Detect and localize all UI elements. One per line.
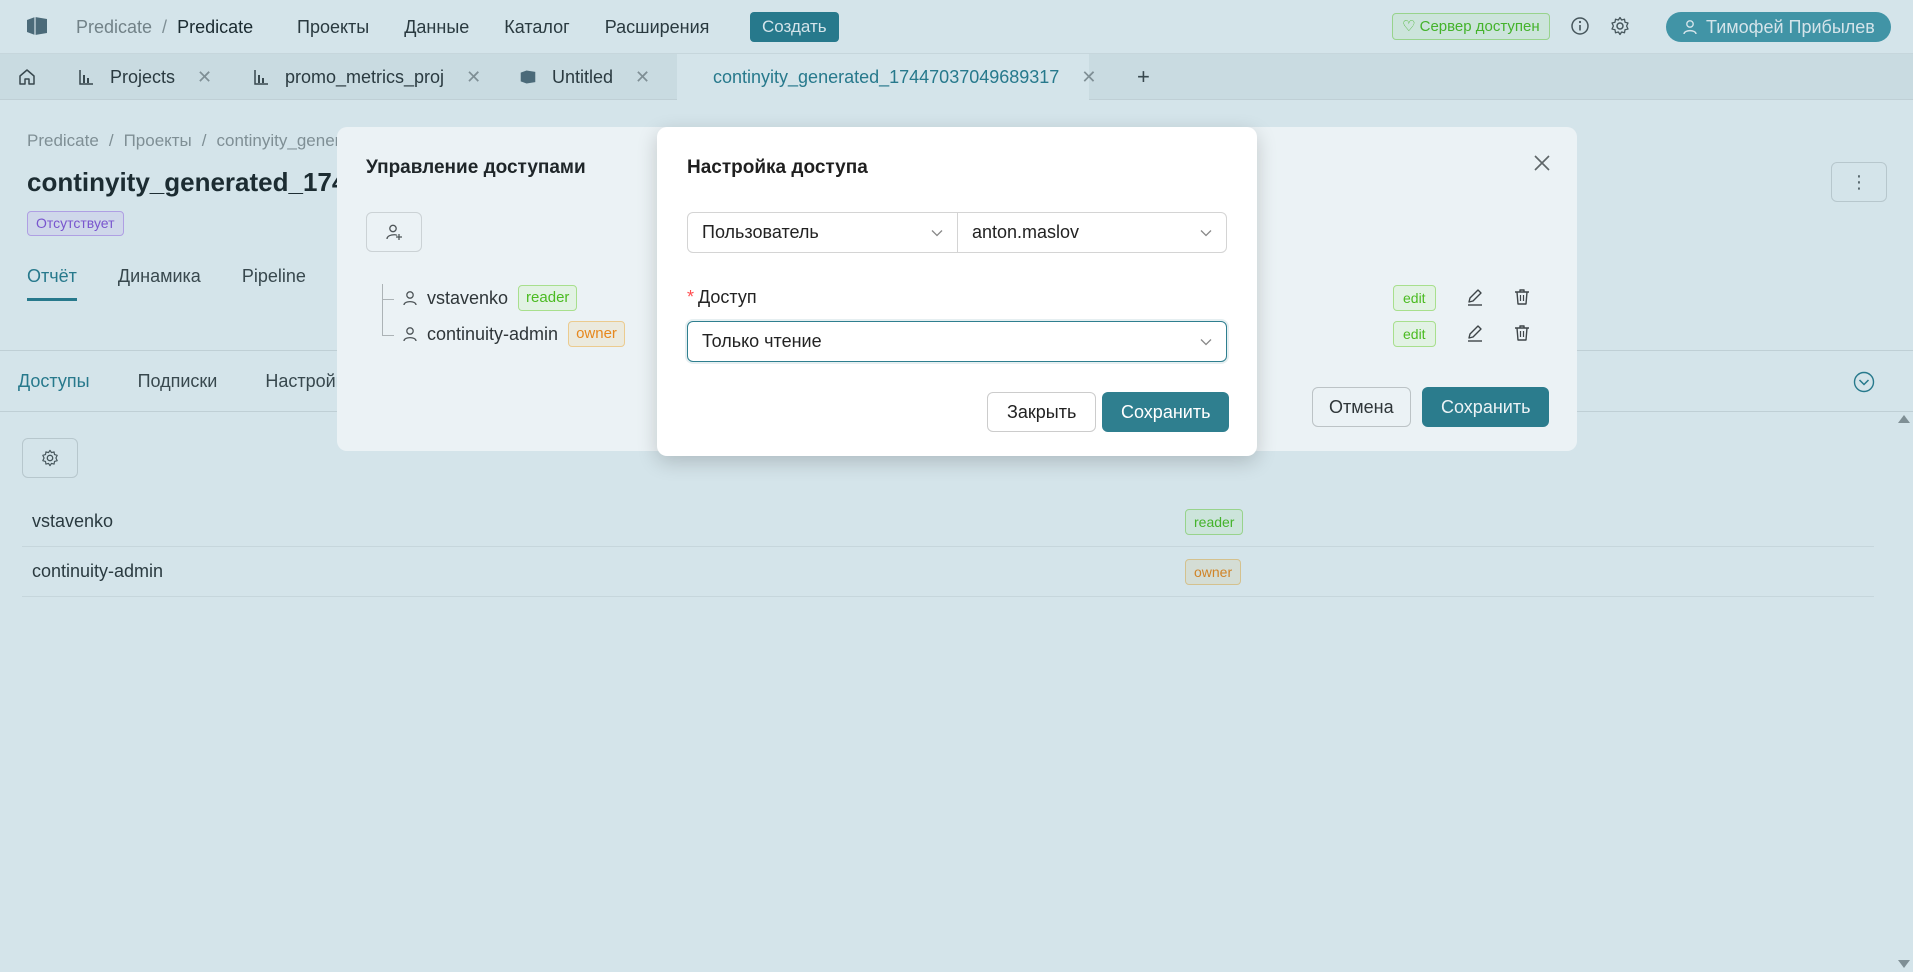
access-level-select[interactable]: Только чтение [687,321,1227,362]
required-mark: * [687,287,695,307]
close-button[interactable]: Закрыть [987,392,1097,432]
modal-title: Настройка доступа [687,157,868,178]
access-label-text: Доступ [698,287,757,307]
chevron-down-icon [1200,339,1212,346]
save-button[interactable]: Сохранить [1102,392,1230,432]
access-setting-modal: Настройка доступа Пользователь anton.mas… [657,127,1257,456]
subject-type-select[interactable]: Пользователь [687,212,958,253]
subject-user-value: anton.maslov [972,222,1080,242]
subject-user-select[interactable]: anton.maslov [957,212,1227,253]
access-field-label: * Доступ [687,287,757,308]
chevron-down-icon [1200,230,1212,237]
access-level-value: Только чтение [702,331,822,351]
chevron-down-icon [931,230,943,237]
subject-type-value: Пользователь [702,222,819,242]
